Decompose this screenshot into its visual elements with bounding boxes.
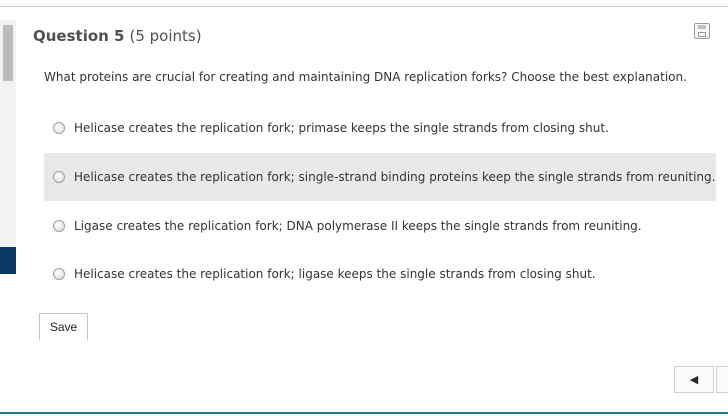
triangle-left-icon: ◀ bbox=[689, 373, 699, 386]
answer-option-3[interactable]: Ligase creates the replication fork; DNA… bbox=[44, 202, 716, 250]
radio-button[interactable] bbox=[53, 268, 65, 280]
answer-option-label: Helicase creates the replication fork; l… bbox=[74, 267, 596, 281]
bottom-accent-bar bbox=[0, 412, 728, 414]
floppy-shutter bbox=[698, 25, 706, 29]
floppy-disk-icon[interactable] bbox=[694, 23, 710, 39]
question-number: Question 5 bbox=[33, 27, 125, 45]
question-prompt: What proteins are crucial for creating a… bbox=[44, 70, 687, 84]
left-rail-thumb[interactable] bbox=[3, 25, 13, 81]
top-divider bbox=[0, 6, 728, 7]
floppy-label bbox=[698, 32, 706, 37]
answer-option-label: Ligase creates the replication fork; DNA… bbox=[74, 219, 642, 233]
radio-button[interactable] bbox=[53, 171, 65, 183]
question-points: (5 points) bbox=[129, 27, 202, 45]
answer-option-4[interactable]: Helicase creates the replication fork; l… bbox=[44, 250, 716, 298]
answer-option-1[interactable]: Helicase creates the replication fork; p… bbox=[44, 104, 716, 152]
answer-option-2[interactable]: Helicase creates the replication fork; s… bbox=[44, 153, 716, 201]
save-button[interactable]: Save bbox=[39, 313, 88, 341]
answer-option-label: Helicase creates the replication fork; s… bbox=[74, 170, 716, 184]
answer-option-label: Helicase creates the replication fork; p… bbox=[74, 121, 609, 135]
radio-button[interactable] bbox=[53, 122, 65, 134]
next-question-button[interactable] bbox=[716, 366, 728, 393]
radio-button[interactable] bbox=[53, 220, 65, 232]
question-header: Question 5 (5 points) bbox=[33, 27, 202, 45]
previous-question-button[interactable]: ◀ bbox=[674, 366, 714, 393]
left-rail-accent bbox=[0, 247, 16, 274]
quiz-page: Question 5 (5 points) What proteins are c… bbox=[0, 0, 728, 416]
